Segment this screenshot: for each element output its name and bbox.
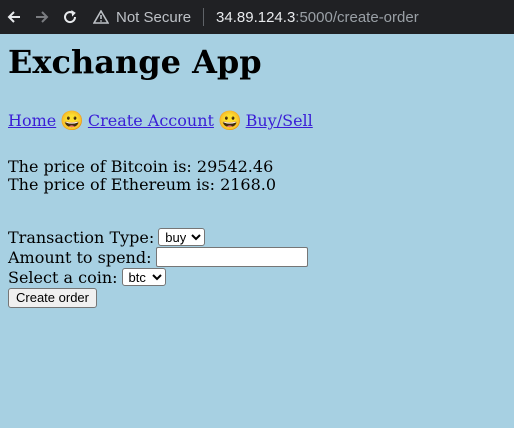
url-path: :5000/create-order — [295, 8, 419, 26]
back-arrow-icon — [7, 11, 20, 23]
nav-home-link[interactable]: Home — [8, 110, 56, 132]
reload-icon — [64, 9, 77, 24]
forward-arrow-icon — [36, 11, 49, 23]
smiley-icon: 😀 — [60, 110, 84, 132]
reload-button[interactable] — [56, 9, 84, 25]
url-text[interactable]: 34.89.124.3:5000/create-order — [216, 9, 419, 26]
smiley-icon: 😀 — [217, 110, 242, 132]
amount-label: Amount to spend: — [8, 247, 152, 267]
url-host: 34.89.124.3 — [216, 8, 296, 26]
url-separator — [203, 8, 205, 26]
bitcoin-price: The price of Bitcoin is: 29542.46 — [8, 157, 274, 176]
coin-label: Select a coin: — [8, 267, 118, 287]
transaction-type-select[interactable]: buy — [158, 228, 206, 246]
warning-icon[interactable] — [92, 10, 110, 24]
nav-links: Home 😀 Create Account 😀 Buy/Sell — [8, 110, 506, 132]
ethereum-price: The price of Ethereum is: 2168.0 — [8, 175, 277, 194]
page-title: Exchange App — [8, 43, 262, 81]
browser-toolbar: Not Secure 34.89.124.3:5000/create-order — [0, 0, 514, 34]
nav-create-account-link[interactable]: Create Account — [88, 110, 214, 132]
transaction-type-label: Transaction Type: — [8, 227, 155, 247]
page-content: Exchange App Home 😀 Create Account 😀 Buy… — [0, 42, 514, 308]
amount-input[interactable] — [155, 247, 308, 267]
back-button[interactable] — [0, 9, 28, 25]
nav-buy-sell-link[interactable]: Buy/Sell — [246, 110, 313, 132]
coin-select[interactable]: btc — [121, 268, 166, 286]
security-status[interactable]: Not Secure — [116, 9, 191, 26]
prices-section: The price of Bitcoin is: 29542.46 The pr… — [8, 158, 506, 194]
address-bar[interactable]: Not Secure 34.89.124.3:5000/create-order — [92, 0, 514, 34]
forward-button[interactable] — [28, 9, 56, 25]
create-order-form: Transaction Type: buy Amount to spend: S… — [8, 227, 506, 308]
create-order-button[interactable]: Create order — [8, 287, 97, 308]
